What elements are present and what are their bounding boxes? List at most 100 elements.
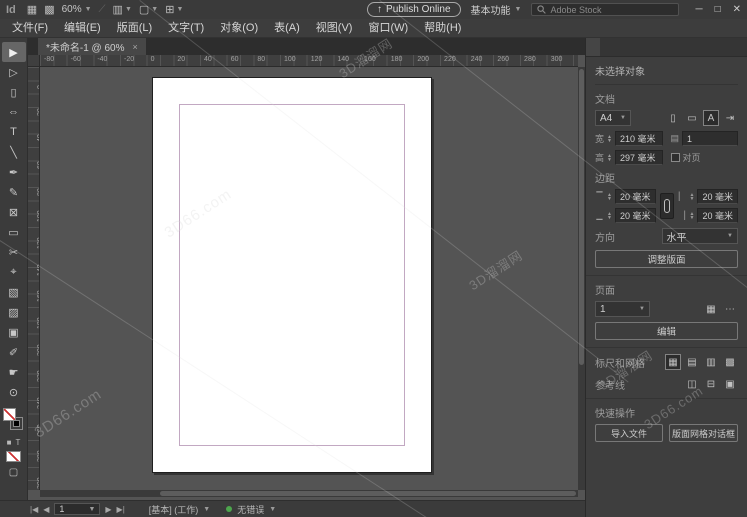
eyedropper-tool[interactable]: ✐ [2,342,26,362]
close-icon[interactable]: × [133,42,138,52]
minimize-button[interactable]: ─ [695,4,702,15]
stepper-icon[interactable]: ▲ ▼ [607,211,612,220]
menu-item[interactable]: 对象(O) [212,19,266,38]
page-tool[interactable]: ▯ [2,82,26,102]
chevron-down-icon[interactable]: ▼ [269,506,276,513]
apply-none-button[interactable] [6,451,21,462]
vertical-scrollbar-thumb[interactable] [579,69,584,366]
next-page-button[interactable]: ▶ [105,505,111,514]
show-rulers-button[interactable]: ▦ [665,354,681,370]
zoom-level-dropdown[interactable]: 60% ▼ [62,4,92,15]
screen-mode-dropdown[interactable]: ▢ ▼ [139,3,158,16]
selection-tool[interactable]: ▶ [1,42,26,62]
menu-item[interactable]: 视图(V) [308,19,361,38]
last-page-button[interactable]: ▶| [117,505,125,514]
stock-icon[interactable]: ▩ [44,3,54,16]
current-page-dropdown[interactable]: 1 ▼ [595,301,650,317]
panel-tab[interactable] [600,38,614,56]
stepper-icon[interactable]: ▲ ▼ [607,192,612,201]
stepper-icon[interactable]: ▲ ▼ [690,211,695,220]
document-tab[interactable]: *未命名-1 @ 60% × [38,38,146,55]
stepper-icon[interactable]: ▲ ▼ [690,192,695,201]
screen-mode-toggle[interactable]: ▢ [9,467,18,478]
page-size-dropdown[interactable]: A4 ▼ [595,110,631,126]
vertical-ruler[interactable]: 0 20 40 60 80 100 120 140 160 180 200 220 240 260 280 3… [28,67,40,490]
document-grid-button[interactable]: ▥ [703,354,719,370]
bridge-icon[interactable]: ▦ [27,3,37,16]
margin-bottom-field[interactable]: 20 毫米 [614,208,656,223]
direct-selection-tool[interactable]: ▷ [2,62,26,82]
menu-item[interactable]: 窗口(W) [360,19,416,38]
menu-item[interactable]: 文字(T) [160,19,212,38]
page-number-dropdown[interactable]: 1 ▼ [54,503,101,515]
lock-guides-button[interactable]: ⊟ [703,376,719,392]
import-file-button[interactable]: 导入文件 [595,424,663,442]
add-page-button[interactable]: ▦ [703,301,719,317]
orientation-portrait-button[interactable]: ▯ [665,110,681,126]
page-options-button[interactable]: ⋯ [722,301,738,317]
rectangle-tool[interactable]: ▭ [2,222,26,242]
close-button[interactable]: ✕ [733,4,741,15]
type-tool[interactable]: T [2,122,26,142]
arrange-documents-dropdown[interactable]: ⊞ ▼ [165,3,183,16]
document-canvas: *未命名-1 @ 60% × -80 -60 -40 -20 0 20 40 60 80 100 1… [28,38,585,500]
menu-item[interactable]: 编辑(E) [56,19,109,38]
maximize-button[interactable]: □ [715,4,721,15]
show-guides-button[interactable]: ◫ [684,376,700,392]
gradient-feather-tool[interactable]: ▨ [2,302,26,322]
preflight-profile[interactable]: [基本] (工作) [149,503,199,516]
first-page-button[interactable]: |◀ [30,505,38,514]
ruler-corner[interactable] [28,55,40,67]
formatting-affects-container-icon[interactable]: ■ [7,438,12,447]
pen-tool[interactable]: ✒ [2,162,26,182]
smart-guides-button[interactable]: ▣ [722,376,738,392]
height-field[interactable]: 297 毫米 [614,150,663,165]
panel-tab[interactable] [586,38,600,56]
search-input[interactable]: Adobe Stock [531,3,680,16]
horizontal-scrollbar[interactable] [40,490,578,497]
link-margins-button[interactable] [659,193,674,219]
workspace-switcher[interactable]: 基本功能 ▼ [471,2,522,17]
direction-dropdown[interactable]: 水平 ▼ [661,228,738,244]
facing-pages-checkbox[interactable] [670,153,680,162]
gap-tool[interactable]: ⇔ [2,102,26,122]
horizontal-scrollbar-thumb[interactable] [160,491,576,496]
gradient-tool[interactable]: ▧ [2,282,26,302]
free-transform-tool[interactable]: ⌖ [2,262,26,282]
pages-count-field[interactable]: 1 [682,131,738,146]
hand-tool[interactable]: ☛ [2,362,26,382]
margin-inside-field[interactable]: 20 毫米 [697,189,738,204]
scissors-tool[interactable]: ✂ [2,242,26,262]
formatting-affects-text-icon[interactable]: T [15,438,20,447]
horizontal-ruler[interactable]: -80 -60 -40 -20 0 20 40 60 80 100 120 140 160 180 200 2… [40,55,578,67]
menu-item[interactable]: 表(A) [266,19,308,38]
line-tool[interactable]: ╲ [2,142,26,162]
vertical-scrollbar[interactable] [578,67,585,490]
margin-top-field[interactable]: 20 毫米 [614,189,656,204]
layout-grid-button[interactable]: ▩ [722,354,738,370]
note-tool[interactable]: ▣ [2,322,26,342]
adjust-layout-button[interactable]: 调整版面 [595,250,738,268]
menu-item[interactable]: 帮助(H) [416,19,469,38]
publish-online-button[interactable]: ↑ Publish Online [367,2,461,17]
margin-outside-field[interactable]: 20 毫米 [697,208,738,223]
writing-direction-vertical-button[interactable]: ⇥ [722,110,738,126]
width-field[interactable]: 210 毫米 [614,131,663,146]
stepper-icon[interactable]: ▲ ▼ [607,134,612,143]
stepper-icon[interactable]: ▲ ▼ [607,153,612,162]
menu-item[interactable]: 文件(F) [4,19,56,38]
previous-page-button[interactable]: ◀ [43,505,49,514]
rectangle-frame-tool[interactable]: ⊠ [2,202,26,222]
panel-tab[interactable] [614,38,628,56]
layout-grid-dialog-button[interactable]: 版面网格对话框 [668,424,738,442]
edit-pages-button[interactable]: 编辑 [595,322,738,340]
baseline-grid-button[interactable]: ▤ [684,354,700,370]
fill-swatch-none[interactable] [2,408,16,421]
orientation-landscape-button[interactable]: ▭ [684,110,700,126]
menu-item[interactable]: 版面(L) [109,19,160,38]
document-page[interactable] [152,77,432,473]
zoom-tool[interactable]: ⊙ [2,382,26,402]
pencil-tool[interactable]: ✎ [2,182,26,202]
writing-direction-horizontal-button[interactable]: A [703,110,719,126]
view-options-dropdown[interactable]: ▥ ▼ [113,3,132,16]
